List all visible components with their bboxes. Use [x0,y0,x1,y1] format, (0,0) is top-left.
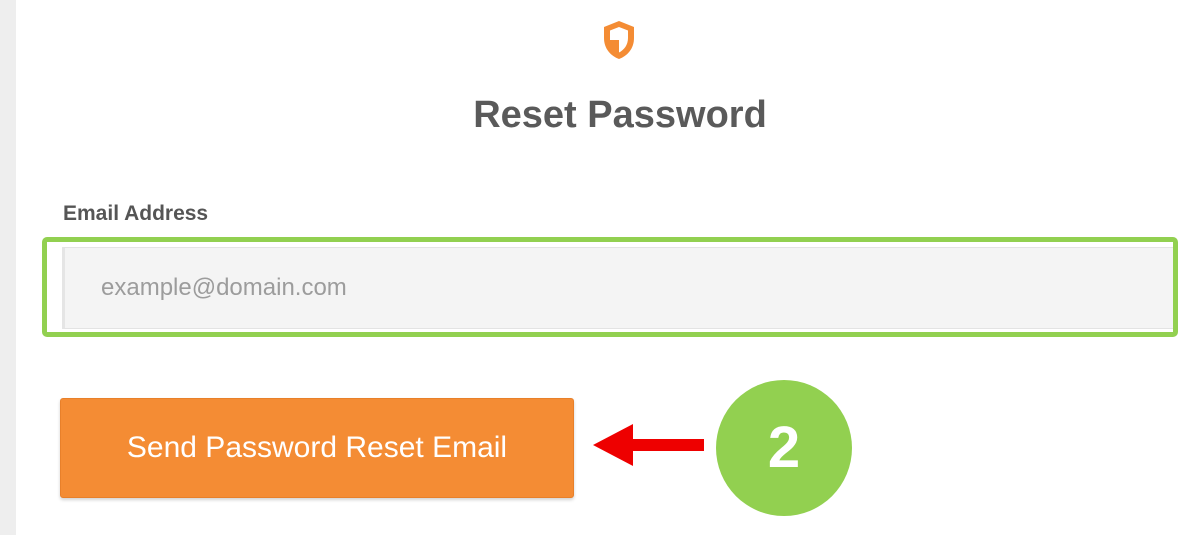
page-title: Reset Password [473,94,767,136]
send-reset-email-button[interactable]: Send Password Reset Email [60,398,574,498]
left-edge-panel [0,0,16,535]
email-label: Email Address [63,202,209,225]
shield-icon [604,21,634,59]
pointer-arrow-icon [593,424,704,466]
step-number-badge: 2 [716,380,852,516]
email-highlight-box [42,237,1178,337]
